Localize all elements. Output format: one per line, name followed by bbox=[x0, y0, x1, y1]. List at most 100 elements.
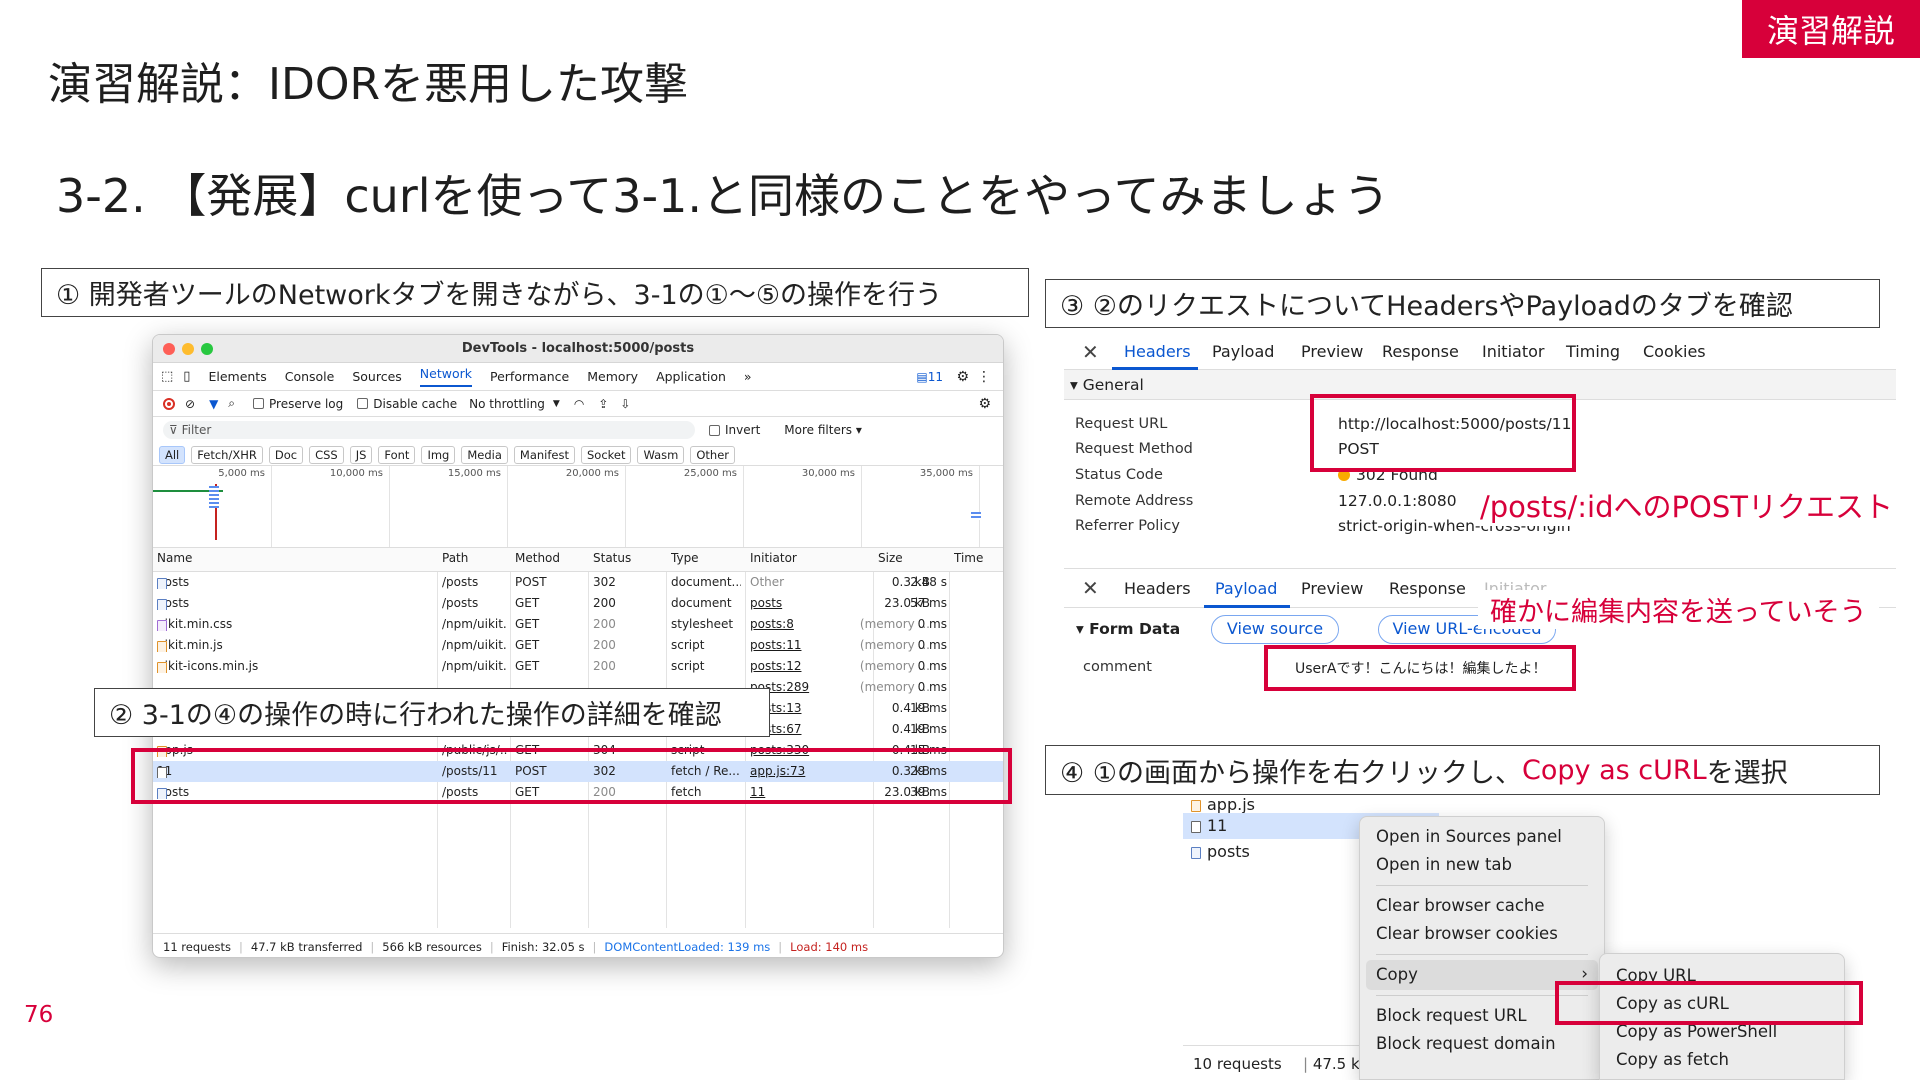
cell-status: 200 bbox=[593, 638, 616, 652]
more-filters-button[interactable]: More filters ▾ bbox=[784, 423, 862, 437]
close-window-icon[interactable] bbox=[163, 343, 175, 355]
tab-timing[interactable]: Timing bbox=[1566, 342, 1620, 361]
type-chip[interactable]: Doc bbox=[268, 445, 304, 464]
payload-tab-response[interactable]: Response bbox=[1389, 579, 1466, 598]
status-requests: 11 requests bbox=[163, 939, 231, 954]
tab-cookies[interactable]: Cookies bbox=[1643, 342, 1706, 361]
type-chip[interactable]: All bbox=[159, 445, 186, 464]
type-chip[interactable]: Other bbox=[690, 445, 736, 464]
file-type-icon bbox=[157, 620, 167, 631]
invert-checkbox[interactable] bbox=[709, 424, 720, 436]
menu-clear-browser-cookies[interactable]: Clear browser cookies bbox=[1376, 924, 1558, 943]
filter-input[interactable]: ⊽ Filter bbox=[163, 421, 695, 439]
network-toolbar: ⊘ ▼ ⌕ Preserve log Disable cache No thro… bbox=[153, 391, 1003, 417]
type-chip[interactable]: Manifest bbox=[513, 445, 575, 464]
list-item[interactable]: 11 bbox=[1191, 816, 1227, 835]
tab-preview[interactable]: Preview bbox=[1301, 342, 1363, 361]
col-initiator[interactable]: Initiator bbox=[750, 551, 797, 565]
close-panel-icon[interactable]: ✕ bbox=[1082, 340, 1099, 364]
tab-initiator[interactable]: Initiator bbox=[1482, 342, 1544, 361]
kebab-menu-icon[interactable]: ⋮ bbox=[977, 369, 991, 385]
col-status[interactable]: Status bbox=[593, 551, 631, 565]
table-row[interactable]: uikit.min.css/npm/uikit... GET 200 styleshe… bbox=[153, 614, 1003, 635]
type-chip[interactable]: Media bbox=[461, 445, 508, 464]
col-type[interactable]: Type bbox=[671, 551, 699, 565]
type-chip[interactable]: Img bbox=[421, 445, 456, 464]
col-size[interactable]: Size bbox=[878, 551, 903, 565]
col-name[interactable]: Name bbox=[157, 551, 192, 565]
menu-block-request-domain[interactable]: Block request domain bbox=[1376, 1034, 1556, 1053]
col-time[interactable]: Time bbox=[954, 551, 983, 565]
tab-response[interactable]: Response bbox=[1382, 342, 1459, 361]
preserve-log-checkbox[interactable] bbox=[253, 398, 265, 409]
highlight-comment-value bbox=[1264, 645, 1576, 691]
tab-performance[interactable]: Performance bbox=[490, 369, 569, 384]
list-item[interactable]: posts bbox=[1191, 842, 1250, 861]
menu-clear-browser-cache[interactable]: Clear browser cache bbox=[1376, 896, 1545, 915]
network-settings-gear-icon[interactable]: ⚙ bbox=[978, 396, 991, 412]
table-row[interactable]: posts/posts POST 302 document... Other 0.3 kB… bbox=[153, 572, 1003, 593]
type-chip[interactable]: Fetch/XHR bbox=[191, 445, 263, 464]
filter-funnel-icon[interactable]: ▼ bbox=[209, 397, 218, 411]
menu-open-in-sources[interactable]: Open in Sources panel bbox=[1376, 827, 1562, 846]
payload-tab-payload[interactable]: Payload bbox=[1215, 579, 1277, 598]
table-row[interactable]: posts/posts GET 200 document posts 23.0 kB 57 … bbox=[153, 593, 1003, 614]
context-menu: Open in Sources panel Open in new tab Cl… bbox=[1359, 816, 1605, 1080]
section-badge: 演習解説 bbox=[1742, 0, 1920, 58]
menu-block-request-url[interactable]: Block request URL bbox=[1376, 1006, 1527, 1025]
disable-cache-checkbox[interactable] bbox=[357, 398, 369, 409]
menu-open-in-new-tab[interactable]: Open in new tab bbox=[1376, 855, 1512, 874]
issues-badge[interactable]: ▤11 bbox=[916, 370, 943, 384]
more-tabs-button[interactable]: » bbox=[744, 369, 752, 384]
table-row[interactable]: uikit.min.js/npm/uikit... GET 200 script pos… bbox=[153, 635, 1003, 656]
network-timeline: 5,000 ms 10,000 ms 15,000 ms 20,000 ms 25,00… bbox=[153, 466, 1003, 548]
throttling-select[interactable]: No throttling bbox=[469, 397, 545, 411]
tab-headers[interactable]: Headers bbox=[1124, 342, 1191, 361]
cell-time: 0 ms bbox=[917, 680, 947, 694]
form-data-toggle[interactable]: ▾ Form Data bbox=[1076, 620, 1180, 638]
cell-type: script bbox=[671, 638, 705, 652]
col-method[interactable]: Method bbox=[515, 551, 560, 565]
type-chip[interactable]: CSS bbox=[309, 445, 344, 464]
clear-icon[interactable]: ⊘ bbox=[185, 397, 195, 411]
settings-gear-icon[interactable]: ⚙ bbox=[956, 369, 969, 385]
issues-count: 11 bbox=[927, 369, 943, 384]
type-chip[interactable]: JS bbox=[349, 445, 373, 464]
callout-step-2-text: ② 3-1の④の操作の時に行われた操作の詳細を確認 bbox=[109, 700, 722, 731]
tab-memory[interactable]: Memory bbox=[587, 369, 638, 384]
payload-tab-headers[interactable]: Headers bbox=[1124, 579, 1191, 598]
tab-sources[interactable]: Sources bbox=[352, 369, 401, 384]
close-payload-panel-icon[interactable]: ✕ bbox=[1082, 576, 1099, 600]
list-item[interactable]: app.js bbox=[1191, 795, 1255, 814]
tab-elements[interactable]: Elements bbox=[208, 369, 266, 384]
file-type-icon bbox=[157, 662, 167, 673]
tab-application[interactable]: Application bbox=[656, 369, 726, 384]
table-header: Name Path Method Status Type Initiator S… bbox=[153, 548, 1003, 572]
search-icon[interactable]: ⌕ bbox=[228, 396, 235, 411]
upload-icon[interactable]: ⇪ bbox=[598, 397, 608, 411]
general-section-toggle[interactable]: ▾ General bbox=[1070, 376, 1144, 394]
type-chip[interactable]: Wasm bbox=[637, 445, 685, 464]
timeline-tick-label: 15,000 ms bbox=[447, 468, 501, 479]
file-type-icon bbox=[157, 578, 167, 589]
record-icon[interactable] bbox=[163, 397, 175, 410]
tab-network[interactable]: Network bbox=[419, 366, 472, 387]
payload-tab-preview[interactable]: Preview bbox=[1301, 579, 1363, 598]
cell-time: 0 ms bbox=[917, 617, 947, 631]
maximize-window-icon[interactable] bbox=[201, 343, 213, 355]
table-row[interactable]: uikit-icons.min.js/npm/uikit... GET 200 scr… bbox=[153, 656, 1003, 677]
download-icon[interactable]: ⇩ bbox=[620, 397, 630, 411]
type-chip[interactable]: Font bbox=[378, 445, 416, 464]
document-icon bbox=[1191, 821, 1201, 833]
device-toggle-icon[interactable]: ▯ bbox=[183, 369, 190, 384]
menu-copy[interactable]: Copy bbox=[1376, 965, 1418, 984]
tab-payload[interactable]: Payload bbox=[1212, 342, 1274, 361]
view-source-button[interactable]: View source bbox=[1211, 615, 1339, 644]
minimize-window-icon[interactable] bbox=[182, 343, 194, 355]
tab-console[interactable]: Console bbox=[285, 369, 335, 384]
type-chip[interactable]: Socket bbox=[580, 445, 632, 464]
col-path[interactable]: Path bbox=[442, 551, 468, 565]
wifi-icon[interactable]: ◠ bbox=[574, 397, 584, 411]
inspect-icon[interactable]: ⬚ bbox=[161, 369, 173, 384]
submenu-copy-as-fetch[interactable]: Copy as fetch bbox=[1616, 1050, 1729, 1069]
